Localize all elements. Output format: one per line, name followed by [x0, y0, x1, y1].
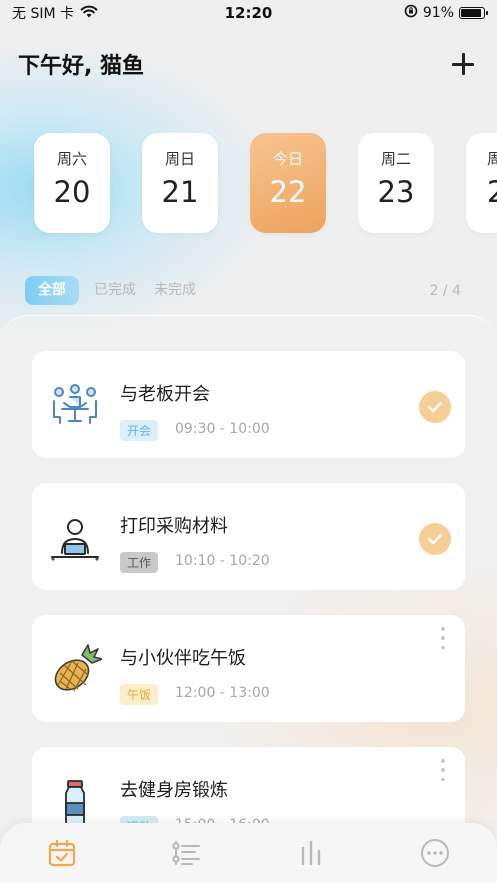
date-card-0[interactable]: 周六 20 — [34, 133, 110, 233]
laptop-worker-icon — [48, 511, 102, 565]
filter-tab-all[interactable]: 全部 — [25, 276, 79, 305]
date-number: 20 — [53, 175, 91, 209]
tab-more[interactable] — [405, 828, 465, 878]
task-title: 与小伙伴吃午饭 — [120, 648, 246, 669]
carrier-label: 无 SIM 卡 — [12, 6, 74, 22]
battery-icon — [459, 7, 488, 19]
pineapple-icon — [48, 643, 103, 697]
date-card-3[interactable]: 周二 23 — [358, 133, 434, 233]
task-tag: 工作 — [120, 552, 159, 573]
header: 下午好, 猫鱼 — [18, 48, 479, 80]
task-complete-check[interactable] — [419, 523, 451, 555]
task-complete-check[interactable] — [419, 391, 451, 423]
more-vertical-icon[interactable] — [439, 759, 447, 781]
task-tag: 午饭 — [120, 684, 159, 705]
date-strip: 周六 20 周日 21 今日 22 周二 23 周 2 — [34, 133, 497, 233]
task-time: 10:10 - 10:20 — [175, 553, 270, 569]
date-number: 22 — [269, 175, 307, 209]
task-time: 12:00 - 13:00 — [175, 685, 270, 701]
greeting-title: 下午好, 猫鱼 — [18, 54, 145, 79]
filter-tab-done[interactable]: 已完成 — [85, 276, 145, 305]
check-icon — [427, 401, 443, 413]
date-weekday: 周六 — [56, 150, 87, 168]
date-number: 2 — [487, 175, 497, 209]
date-number: 23 — [377, 175, 415, 209]
check-icon — [427, 533, 443, 545]
task-title: 打印采购材料 — [120, 516, 228, 537]
list-filter-icon — [172, 841, 201, 865]
date-weekday: 今日 — [272, 150, 303, 168]
date-card-today[interactable]: 今日 22 — [250, 133, 326, 233]
battery-percent: 91% — [422, 5, 454, 21]
task-tag: 开会 — [120, 420, 159, 441]
task-card[interactable]: 与小伙伴吃午饭 午饭 12:00 - 13:00 — [32, 615, 465, 722]
filter-tabs: 全部 已完成 未完成 — [25, 276, 205, 305]
date-card-1[interactable]: 周日 21 — [142, 133, 218, 233]
wifi-icon — [80, 5, 98, 22]
calendar-check-icon — [49, 839, 76, 867]
task-list: 与老板开会 开会 09:30 - 10:00 打印采购材料 工作 10:10 -… — [0, 315, 497, 883]
task-card[interactable]: 与老板开会 开会 09:30 - 10:00 — [32, 351, 465, 458]
date-weekday: 周日 — [164, 150, 195, 168]
task-count: 2 / 4 — [429, 283, 461, 299]
date-number: 21 — [161, 175, 199, 209]
task-card[interactable]: 打印采购材料 工作 10:10 - 10:20 — [32, 483, 465, 590]
add-task-button[interactable] — [447, 48, 479, 80]
filter-tab-undone[interactable]: 未完成 — [145, 276, 205, 305]
date-weekday: 周 — [487, 150, 497, 168]
bar-stats-icon — [301, 840, 320, 866]
tab-list[interactable] — [156, 828, 216, 878]
meeting-icon — [48, 379, 102, 433]
water-bottle-icon — [48, 775, 102, 829]
date-card-4[interactable]: 周 2 — [466, 133, 497, 233]
task-time: 09:30 - 10:00 — [175, 421, 270, 437]
date-weekday: 周二 — [380, 150, 411, 168]
task-title: 与老板开会 — [120, 384, 210, 405]
status-bar: 无 SIM 卡 12:20 91% — [0, 0, 497, 26]
more-circle-icon — [420, 839, 449, 867]
tab-calendar[interactable] — [32, 828, 92, 878]
orientation-lock-icon — [404, 4, 418, 22]
tab-stats[interactable] — [281, 828, 341, 878]
more-vertical-icon[interactable] — [439, 627, 447, 649]
bottom-tab-bar — [0, 823, 497, 883]
task-title: 去健身房锻炼 — [120, 780, 228, 801]
